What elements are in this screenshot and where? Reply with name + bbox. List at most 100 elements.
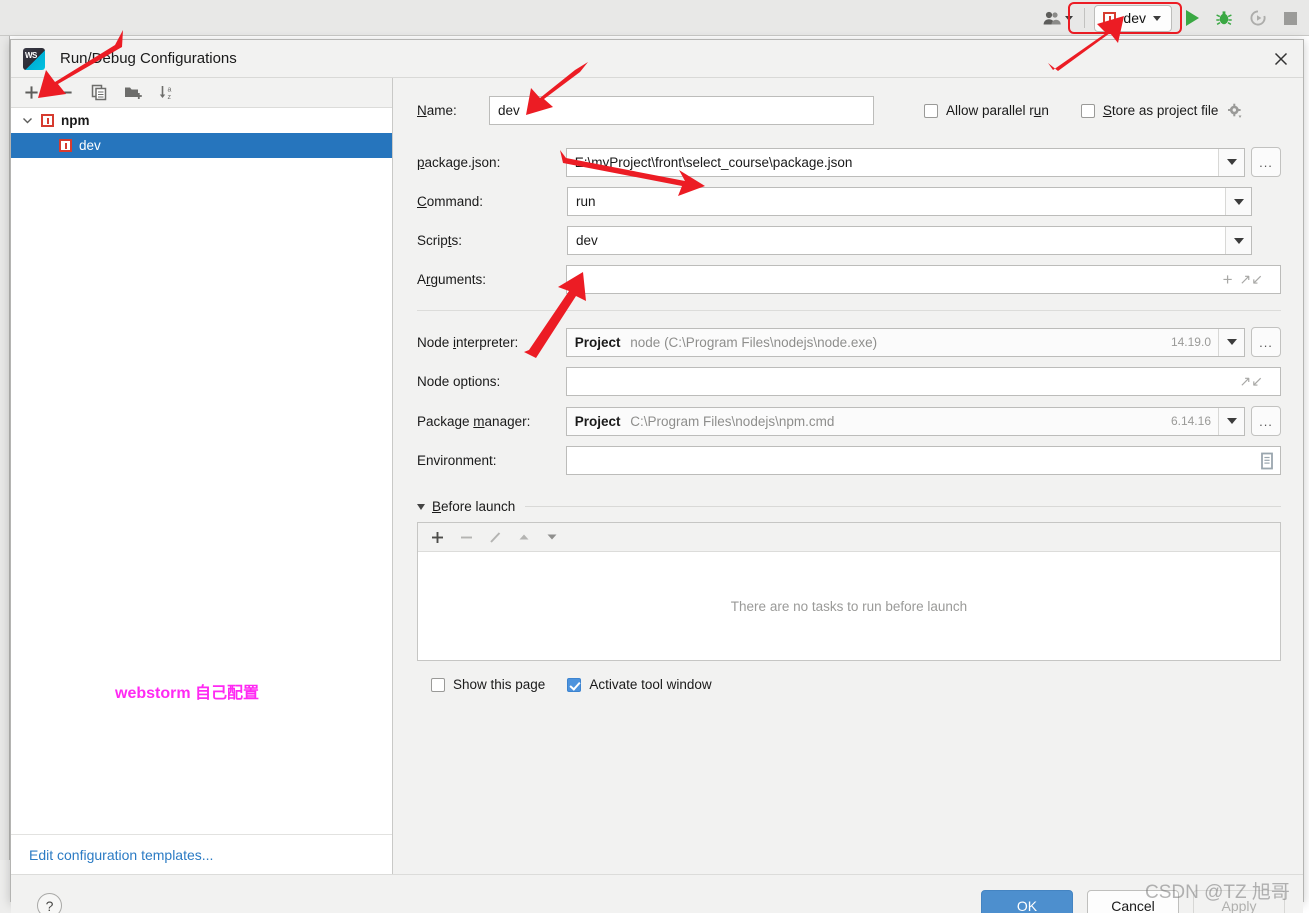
add-configuration-button[interactable] xyxy=(19,81,43,105)
run-button[interactable] xyxy=(1182,4,1203,32)
copy-configuration-button[interactable] xyxy=(87,81,111,105)
ok-button[interactable]: OK xyxy=(981,890,1073,913)
webstorm-logo-icon: WS xyxy=(23,47,45,70)
svg-text:z: z xyxy=(167,94,171,101)
command-dropdown-arrow[interactable] xyxy=(1225,188,1251,215)
move-task-down-button[interactable] xyxy=(545,530,559,544)
environment-label: Environment: xyxy=(417,453,497,468)
arguments-add-icon[interactable]: + xyxy=(1223,270,1240,290)
package-json-browse-button[interactable]: ... xyxy=(1251,147,1281,177)
dialog-body: a z npm dev webstorm 自己配置 Edit configura… xyxy=(11,78,1303,874)
configuration-form: Name: dev Allow parallel run Store as pr… xyxy=(393,78,1303,874)
name-label: Name: xyxy=(417,103,457,118)
node-interpreter-browse-button[interactable]: ... xyxy=(1251,327,1281,357)
allow-parallel-run-checkbox[interactable] xyxy=(924,103,938,118)
store-settings-gear-button[interactable] xyxy=(1227,103,1243,119)
show-this-page-label: Show this page xyxy=(453,677,546,692)
dialog-title-bar: WS Run/Debug Configurations xyxy=(11,40,1303,78)
cancel-button[interactable]: Cancel xyxy=(1087,890,1179,913)
edit-task-button[interactable] xyxy=(488,530,503,545)
configurations-toolbar: a z xyxy=(11,78,392,108)
cancel-button-label: Cancel xyxy=(1111,897,1155,913)
arguments-expand-icon[interactable]: ↗↙ xyxy=(1240,271,1272,288)
environment-list-icon xyxy=(1261,452,1273,469)
debug-button[interactable] xyxy=(1211,4,1237,32)
name-input-value: dev xyxy=(498,103,520,118)
node-interpreter-row: Node interpreter: Project node (C:\Progr… xyxy=(417,327,1281,357)
arguments-input[interactable]: + ↗↙ xyxy=(565,265,1281,294)
activate-tool-window-label: Activate tool window xyxy=(589,677,712,692)
remove-configuration-button[interactable] xyxy=(53,81,77,105)
chevron-down-icon[interactable] xyxy=(19,115,35,126)
node-interpreter-dropdown-arrow[interactable] xyxy=(1218,328,1244,356)
user-account-button[interactable] xyxy=(1039,4,1077,32)
form-divider xyxy=(417,310,1281,311)
arrow-up-icon xyxy=(519,534,529,540)
stop-button[interactable] xyxy=(1280,4,1301,32)
package-manager-browse-button[interactable]: ... xyxy=(1251,406,1281,436)
before-launch-section: Before launch There are no tasks to run … xyxy=(417,499,1281,692)
svg-text:a: a xyxy=(167,87,171,94)
edit-configuration-templates-link[interactable]: Edit configuration templates... xyxy=(29,847,213,863)
scripts-dropdown-arrow[interactable] xyxy=(1225,227,1251,254)
environment-input[interactable] xyxy=(565,446,1281,475)
node-interpreter-version: 14.19.0 xyxy=(1170,335,1211,349)
npm-icon xyxy=(1103,11,1117,25)
screen: dev WS Run/Debug Configurations a z npm … xyxy=(0,0,1309,913)
new-folder-icon xyxy=(124,87,142,99)
remove-task-button[interactable] xyxy=(459,530,474,545)
package-manager-dropdown-arrow[interactable] xyxy=(1218,407,1244,435)
run-configuration-selector[interactable]: dev xyxy=(1094,4,1172,32)
run-debug-configurations-dialog: WS Run/Debug Configurations a z npm dev … xyxy=(10,39,1304,913)
help-button[interactable]: ? xyxy=(37,893,62,913)
copy-icon xyxy=(91,84,106,101)
before-launch-toolbar xyxy=(418,523,1280,552)
stop-icon xyxy=(1284,11,1297,25)
environment-variables-button[interactable] xyxy=(1259,452,1275,470)
gear-icon xyxy=(1228,103,1242,118)
name-input[interactable]: dev xyxy=(489,96,874,125)
add-task-button[interactable] xyxy=(430,530,445,545)
before-launch-tasks-box: There are no tasks to run before launch xyxy=(417,522,1281,661)
node-interpreter-combo[interactable]: Project node (C:\Program Files\nodejs\no… xyxy=(565,327,1245,357)
new-folder-button[interactable] xyxy=(121,81,145,105)
run-configuration-label: dev xyxy=(1123,10,1146,26)
dialog-title: Run/Debug Configurations xyxy=(60,50,237,67)
node-options-expand-icon[interactable]: ↗↙ xyxy=(1240,373,1272,390)
pencil-icon xyxy=(490,531,501,543)
scripts-combo[interactable]: dev xyxy=(567,226,1252,255)
package-json-dropdown-arrow[interactable] xyxy=(1218,148,1244,176)
node-interpreter-value-wrap: Project node (C:\Program Files\nodejs\no… xyxy=(567,335,1171,350)
arguments-row: Arguments: + ↗↙ xyxy=(417,265,1281,294)
chevron-down-icon xyxy=(1233,198,1244,205)
show-this-page-checkbox[interactable] xyxy=(431,677,445,692)
arrow-down-icon xyxy=(547,534,557,540)
command-combo[interactable]: run xyxy=(567,187,1252,216)
name-row: Name: dev Allow parallel run Store as pr… xyxy=(417,96,1281,125)
store-as-project-file-checkbox[interactable] xyxy=(1080,103,1095,118)
tree-item-dev[interactable]: dev xyxy=(11,133,392,158)
dialog-close-button[interactable] xyxy=(1259,40,1303,78)
before-launch-header[interactable]: Before launch xyxy=(417,499,1281,514)
node-options-label: Node options: xyxy=(417,374,501,389)
chevron-down-icon xyxy=(1233,237,1244,244)
activate-tool-window-checkbox[interactable] xyxy=(567,677,582,692)
minus-icon xyxy=(58,91,72,94)
node-options-input[interactable]: ↗↙ xyxy=(565,367,1281,396)
allow-parallel-run-label: Allow parallel run xyxy=(946,103,1049,118)
apply-button[interactable]: Apply xyxy=(1193,890,1285,913)
chevron-down-icon xyxy=(1153,15,1161,21)
configurations-tree: npm dev webstorm 自己配置 xyxy=(11,108,392,834)
move-task-up-button[interactable] xyxy=(517,530,531,544)
chevron-down-icon xyxy=(1226,418,1237,424)
package-manager-combo[interactable]: Project C:\Program Files\nodejs\npm.cmd … xyxy=(565,406,1245,436)
before-launch-title: Before launch xyxy=(432,499,516,514)
tree-group-npm[interactable]: npm xyxy=(11,108,392,133)
chevron-down-icon[interactable] xyxy=(417,503,425,510)
arguments-label: Arguments: xyxy=(417,272,487,287)
rerun-icon xyxy=(1250,10,1266,26)
apply-button-label: Apply xyxy=(1221,897,1257,913)
sort-configurations-button[interactable]: a z xyxy=(155,81,179,105)
package-json-combo[interactable]: E:\myProject\front\select_course\package… xyxy=(565,147,1245,177)
rerun-button[interactable] xyxy=(1245,4,1271,32)
